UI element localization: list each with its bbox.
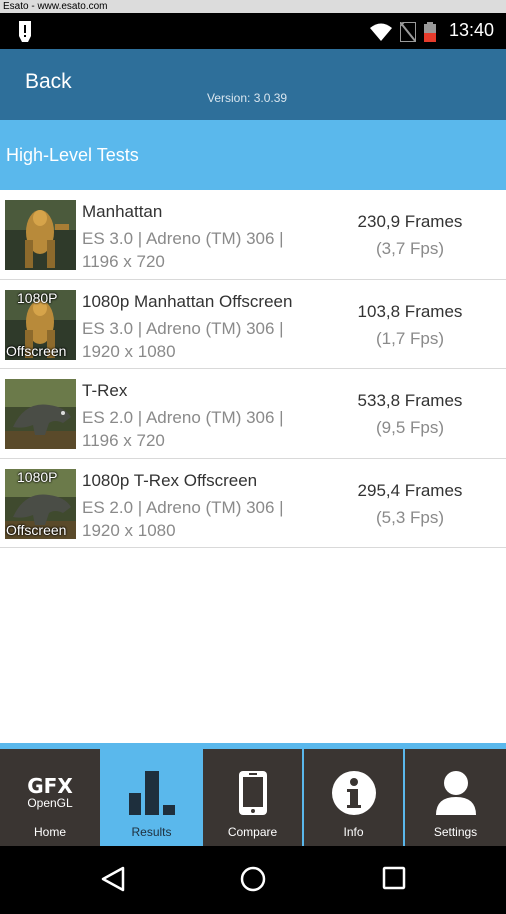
- wifi-icon: [370, 23, 392, 41]
- test-name: 1080p T-Rex Offscreen: [82, 470, 258, 490]
- back-button[interactable]: Back: [25, 70, 72, 94]
- test-desc-line2: 1196 x 720: [82, 431, 165, 450]
- section-title: High-Level Tests: [6, 145, 139, 165]
- thumb-badge-offscreen: Offscreen: [6, 521, 67, 538]
- tab-results[interactable]: Results: [102, 749, 201, 846]
- tab-label: Home: [33, 825, 66, 839]
- score-fps: (1,7 Fps): [375, 328, 445, 348]
- status-bar: 13:40: [0, 13, 506, 49]
- score-frames: 230,9 Frames: [357, 212, 463, 231]
- tab-label: Settings: [433, 825, 478, 839]
- test-name: T-Rex: [82, 381, 128, 400]
- section-header: High-Level Tests: [0, 120, 506, 190]
- test-row-trex[interactable]: T-Rex ES 2.0 | Adreno (TM) 306 | 1196 x …: [0, 369, 506, 459]
- tab-compare[interactable]: Compare: [203, 749, 302, 846]
- test-description: ES 2.0 | Adreno (TM) 306 | 1920 x 1080: [82, 496, 342, 542]
- battery-icon: [424, 22, 436, 42]
- thumb-badge-resolution: 1080P: [17, 468, 58, 485]
- score-fps: (9,5 Fps): [375, 418, 445, 437]
- bottom-tab-bar: GFX OpenGL Home Results Compare Info Set…: [0, 743, 506, 846]
- test-desc-line1: ES 3.0 | Adreno (TM) 306 |: [82, 229, 284, 248]
- test-description: ES 2.0 | Adreno (TM) 306 | 1196 x 720: [82, 406, 342, 452]
- score-frames: 103,8 Frames: [357, 301, 463, 321]
- test-desc-line1: ES 2.0 | Adreno (TM) 306 |: [82, 497, 284, 517]
- trex-offscreen-thumbnail: 1080P Offscreen: [5, 468, 76, 539]
- recents-nav-icon[interactable]: [382, 866, 406, 890]
- android-nav-bar: [0, 846, 506, 914]
- score-frames: 295,4 Frames: [357, 480, 463, 500]
- tab-settings[interactable]: Settings: [405, 749, 506, 846]
- test-desc-line1: ES 2.0 | Adreno (TM) 306 |: [82, 408, 284, 427]
- test-name: 1080p Manhattan Offscreen: [82, 291, 293, 311]
- score-fps: (5,3 Fps): [375, 507, 445, 527]
- test-name: Manhattan: [82, 202, 163, 221]
- status-icons: [370, 22, 436, 42]
- back-nav-icon[interactable]: [101, 866, 125, 892]
- alert-icon: [19, 21, 31, 42]
- no-sim-icon: [400, 22, 416, 42]
- test-row-manhattan-offscreen[interactable]: 1080P Offscreen 1080p Manhattan Offscree…: [0, 280, 506, 369]
- phone-icon: [238, 771, 267, 815]
- thumb-badge-offscreen: Offscreen: [6, 342, 67, 359]
- tab-label: Compare: [227, 825, 278, 839]
- test-desc-line1: ES 3.0 | Adreno (TM) 306 |: [82, 318, 284, 338]
- app-header: Back Version: 3.0.39: [0, 49, 506, 120]
- tab-label: Results: [131, 825, 172, 839]
- manhattan-thumbnail: [5, 200, 76, 270]
- gfx-logo-text: GFX: [27, 774, 73, 798]
- watermark-text: Esato - www.esato.com: [0, 0, 506, 13]
- test-description: ES 3.0 | Adreno (TM) 306 | 1920 x 1080: [82, 317, 342, 363]
- results-list: Manhattan ES 3.0 | Adreno (TM) 306 | 119…: [0, 190, 506, 743]
- test-row-trex-offscreen[interactable]: 1080P Offscreen 1080p T-Rex Offscreen ES…: [0, 459, 506, 548]
- version-label: Version: 3.0.39: [207, 91, 288, 105]
- manhattan-offscreen-thumbnail: 1080P Offscreen: [5, 289, 76, 360]
- score-fps: (3,7 Fps): [375, 239, 445, 258]
- score-frames: 533,8 Frames: [357, 391, 463, 410]
- test-row-manhattan[interactable]: Manhattan ES 3.0 | Adreno (TM) 306 | 119…: [0, 190, 506, 280]
- status-time: 13:40: [448, 20, 494, 40]
- thumb-badge-resolution: 1080P: [17, 289, 58, 306]
- test-desc-line2: 1920 x 1080: [82, 520, 176, 540]
- test-desc-line2: 1196 x 720: [82, 252, 165, 271]
- home-nav-icon[interactable]: [240, 866, 266, 892]
- tab-label: Info: [343, 825, 364, 839]
- opengl-logo-text: OpenGL: [27, 796, 73, 810]
- info-icon: [331, 771, 376, 815]
- bar-chart-icon: [128, 771, 175, 815]
- test-description: ES 3.0 | Adreno (TM) 306 | 1196 x 720: [82, 227, 342, 273]
- user-icon: [435, 771, 476, 815]
- test-desc-line2: 1920 x 1080: [82, 341, 176, 361]
- tab-info[interactable]: Info: [304, 749, 403, 846]
- tab-home[interactable]: GFX OpenGL Home: [0, 749, 100, 846]
- gfx-logo-icon: GFX OpenGL: [0, 769, 100, 817]
- trex-thumbnail: [5, 379, 76, 449]
